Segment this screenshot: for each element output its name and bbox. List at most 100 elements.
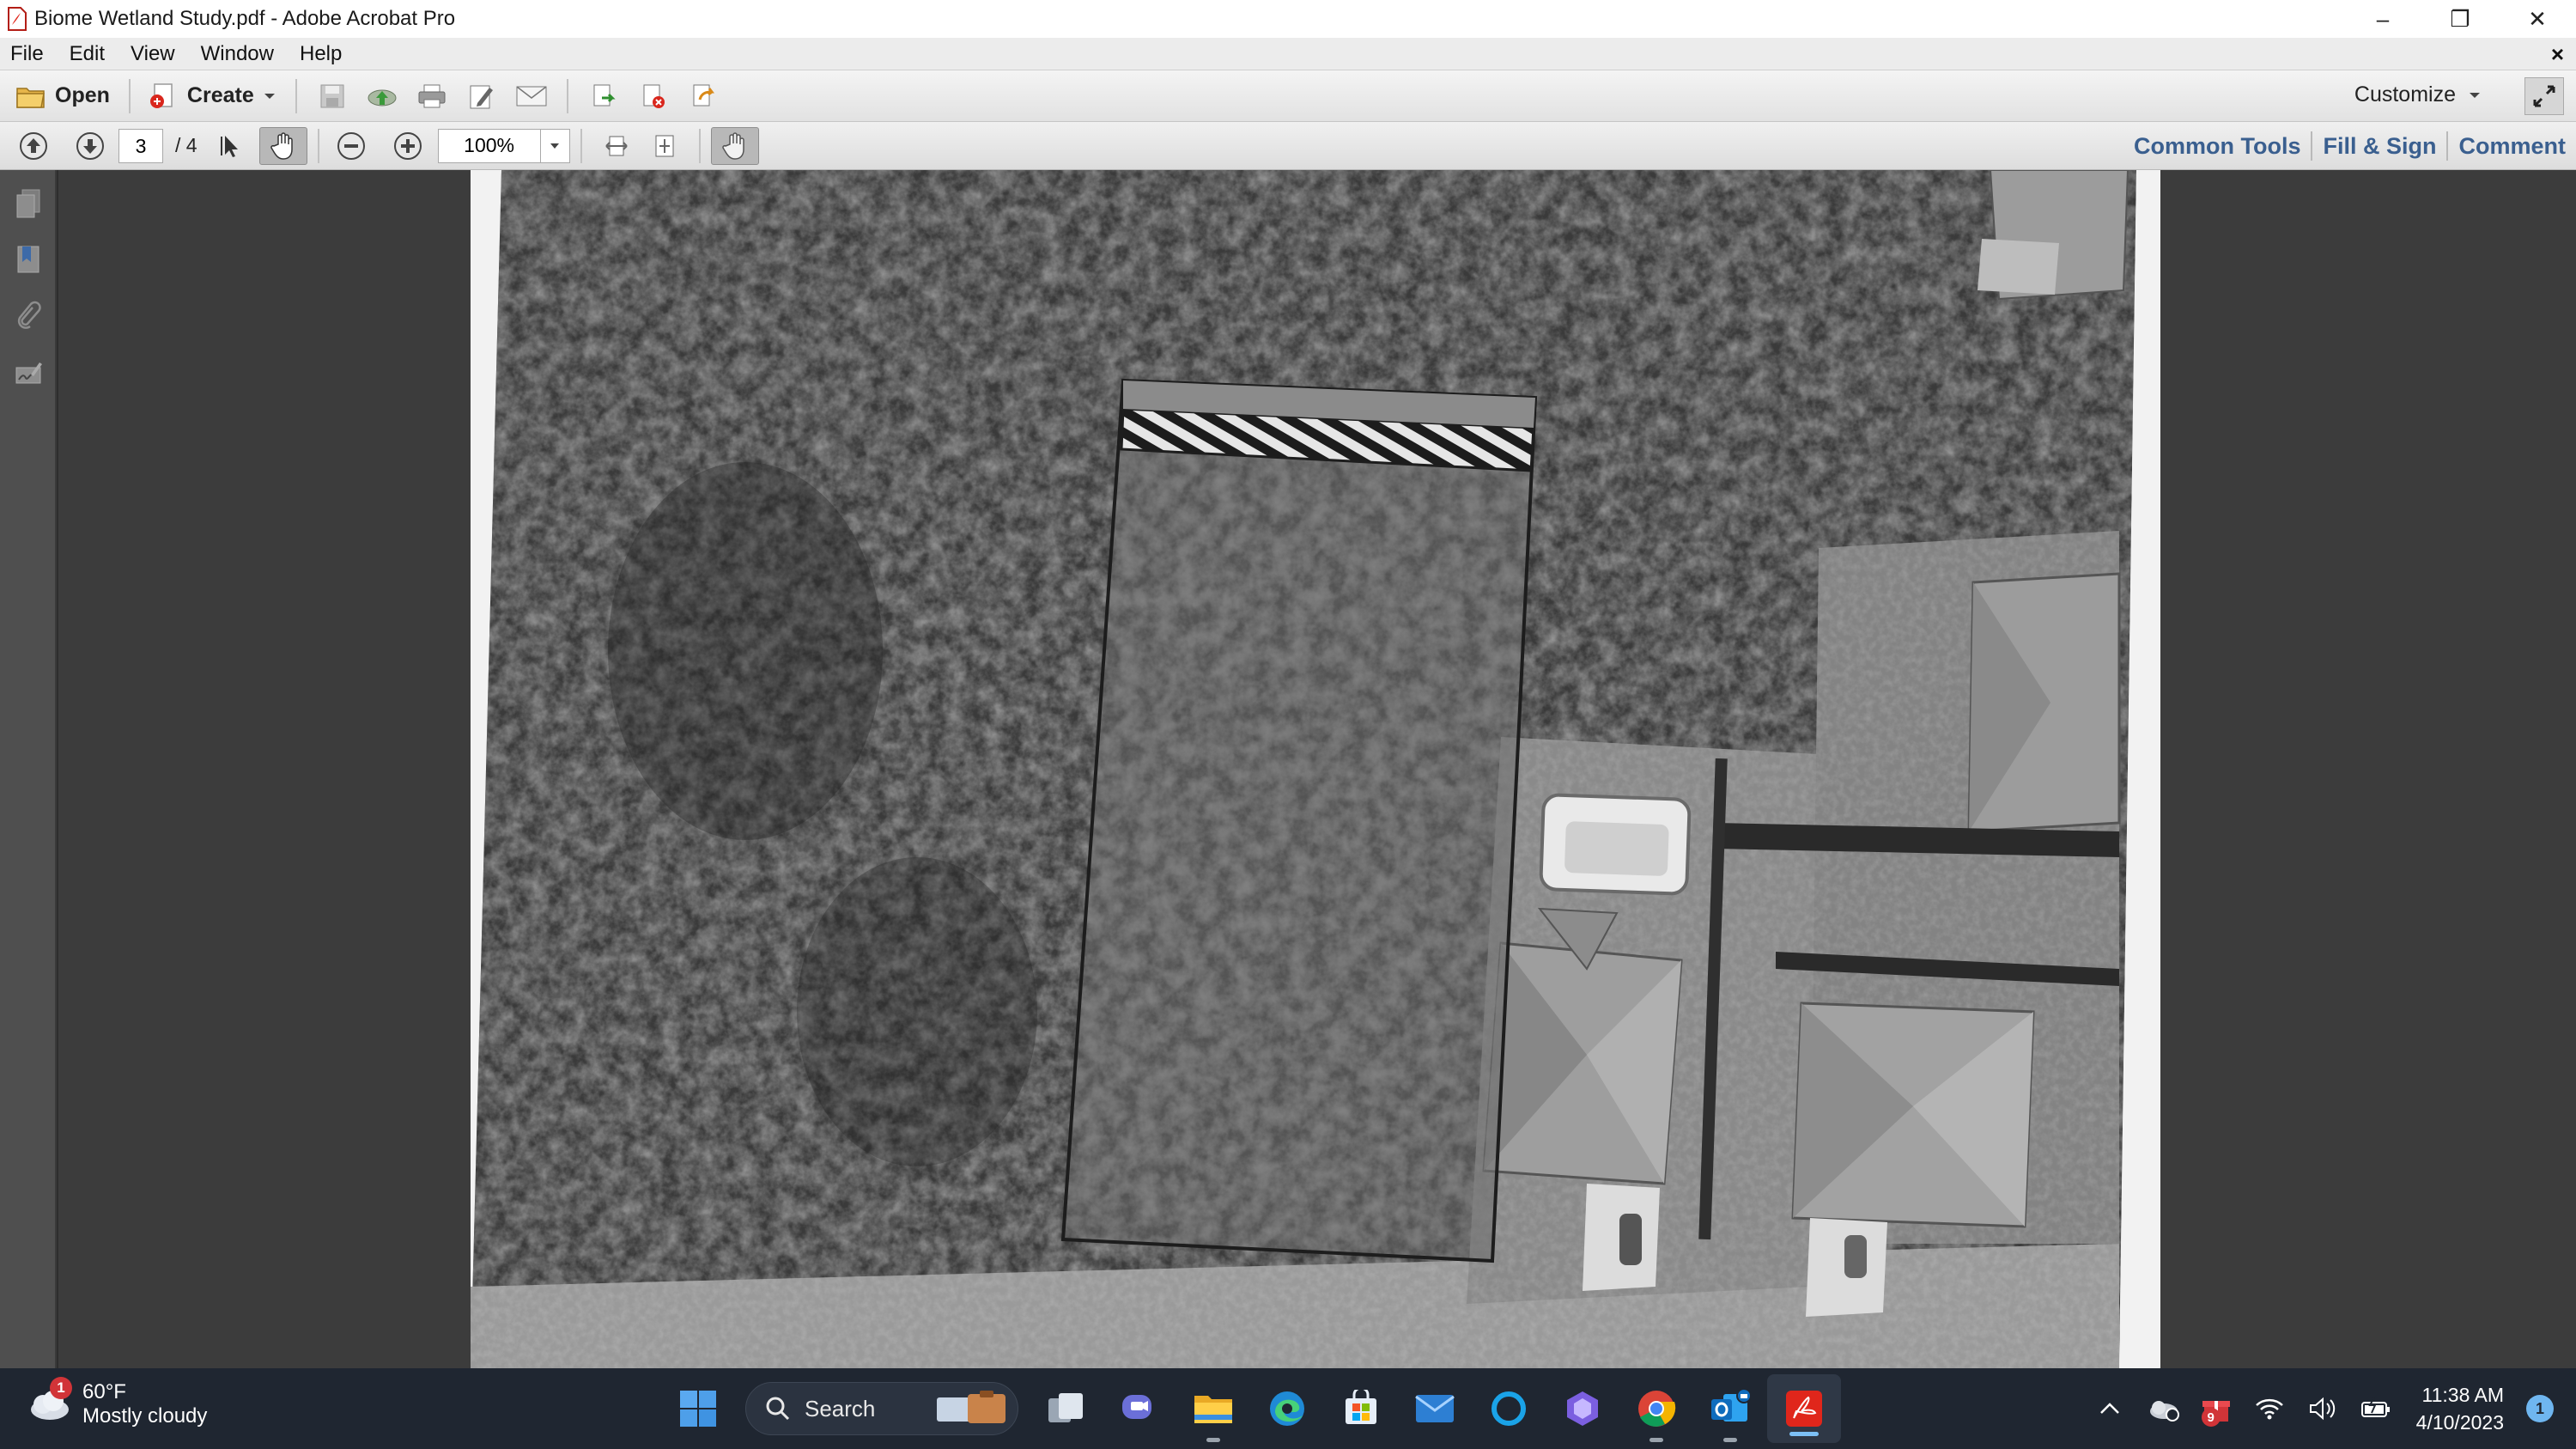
- edit-icon: [470, 85, 493, 108]
- battery-button[interactable]: [2349, 1368, 2403, 1449]
- expand-icon: [2533, 85, 2555, 107]
- page-total: / 4: [175, 134, 197, 156]
- fit-width-button[interactable]: [592, 126, 641, 166]
- create-button[interactable]: Create: [141, 76, 285, 116]
- folder-icon: [16, 87, 45, 108]
- cloud-sync-icon: [2149, 1401, 2179, 1422]
- menu-edit[interactable]: Edit: [70, 42, 105, 66]
- customize-button[interactable]: Customize: [2354, 82, 2482, 107]
- export-button[interactable]: [579, 76, 629, 116]
- app-tray-button[interactable]: 9: [2190, 1368, 2243, 1449]
- temperature: 60°F: [82, 1380, 126, 1403]
- select-tool-button[interactable]: [210, 126, 252, 166]
- attachment-icon[interactable]: [14, 301, 43, 333]
- window-title: Biome Wetland Study.pdf - Adobe Acrobat …: [34, 7, 456, 30]
- zoom-in-button[interactable]: [386, 126, 429, 166]
- taskbar-clock[interactable]: 11:38 AM 4/10/2023: [2416, 1381, 2504, 1436]
- common-tools-link[interactable]: Common Tools: [2123, 133, 2311, 160]
- menu-view[interactable]: View: [131, 42, 175, 66]
- navigation-pane: [0, 170, 57, 1368]
- chat-icon: [1122, 1395, 1151, 1419]
- chrome-button[interactable]: [1619, 1368, 1693, 1449]
- bookmark-icon[interactable]: [14, 244, 43, 277]
- fill-sign-link[interactable]: Fill & Sign: [2312, 133, 2446, 160]
- taskbar-search[interactable]: Search: [745, 1382, 1018, 1435]
- close-document-button[interactable]: ×: [2551, 41, 2564, 68]
- read-mode-button[interactable]: [710, 126, 759, 165]
- save-button[interactable]: [307, 76, 357, 116]
- mail-icon: [1415, 1395, 1455, 1422]
- document-viewer[interactable]: [58, 170, 2576, 1368]
- signature-icon[interactable]: [14, 357, 43, 390]
- mail-button[interactable]: [1398, 1368, 1472, 1449]
- menu-file[interactable]: File: [10, 42, 44, 66]
- wifi-button[interactable]: [2243, 1368, 2296, 1449]
- pages-icon[interactable]: [14, 187, 43, 220]
- edit-button[interactable]: [457, 76, 507, 116]
- fullscreen-button[interactable]: [2524, 77, 2564, 115]
- speaker-icon: [2309, 1397, 2335, 1421]
- minimize-button[interactable]: –: [2344, 0, 2421, 38]
- share-button[interactable]: [678, 76, 728, 116]
- close-button[interactable]: ✕: [2499, 0, 2576, 38]
- email-button[interactable]: [507, 76, 556, 116]
- delete-page-button[interactable]: [629, 76, 678, 116]
- microsoft-store-button[interactable]: [1324, 1368, 1398, 1449]
- acrobat-icon: [1786, 1391, 1822, 1427]
- search-label: Search: [805, 1395, 876, 1422]
- acrobat-app-icon: [8, 7, 27, 31]
- running-indicator: [1649, 1438, 1663, 1442]
- cloud-upload-icon: [368, 89, 397, 106]
- page-number-input[interactable]: 3: [118, 128, 163, 163]
- navigation-toolbar: 3 / 4 100% Common Tools Fill & Sign Comm…: [0, 122, 2576, 170]
- show-hidden-icons-button[interactable]: [2083, 1368, 2136, 1449]
- file-explorer-button[interactable]: [1176, 1368, 1250, 1449]
- acrobat-window: Biome Wetland Study.pdf - Adobe Acrobat …: [0, 0, 2576, 1449]
- taskbar-apps: Search: [661, 1368, 1841, 1449]
- fit-width-icon: [605, 136, 628, 155]
- edge-icon: [1270, 1391, 1304, 1426]
- restore-button[interactable]: ❐: [2421, 0, 2499, 38]
- toolbar-separator: [295, 78, 297, 113]
- print-icon: [418, 84, 446, 107]
- copilot-button[interactable]: [1546, 1368, 1619, 1449]
- pdf-page: [471, 170, 2160, 1368]
- teams-chat-button[interactable]: [1103, 1368, 1176, 1449]
- open-label: Open: [55, 83, 110, 107]
- running-indicator: [1206, 1438, 1220, 1442]
- cortana-button[interactable]: [1472, 1368, 1546, 1449]
- next-page-button[interactable]: [69, 126, 112, 166]
- zoom-out-button[interactable]: [330, 126, 373, 166]
- previous-page-button[interactable]: [12, 126, 55, 166]
- edge-button[interactable]: [1250, 1368, 1324, 1449]
- battery-icon: [2360, 1397, 2390, 1417]
- comment-link[interactable]: Comment: [2448, 133, 2576, 160]
- aerial-wetland-photo: [471, 170, 2160, 1368]
- create-pdf-icon: [149, 82, 173, 108]
- task-view-button[interactable]: [1029, 1368, 1103, 1449]
- hand-icon: [270, 131, 293, 160]
- toolbar-separator: [566, 78, 568, 113]
- zoom-level-input[interactable]: 100%: [437, 128, 541, 163]
- acrobat-taskbar-button[interactable]: [1767, 1374, 1841, 1443]
- menu-help[interactable]: Help: [300, 42, 342, 66]
- zoom-dropdown-button[interactable]: [540, 128, 570, 163]
- windows-start-icon: [680, 1391, 716, 1427]
- toolbar-separator: [698, 128, 701, 163]
- fit-page-button[interactable]: [641, 126, 689, 166]
- notification-count-badge[interactable]: 1: [2526, 1395, 2554, 1422]
- weather-widget[interactable]: 1 60°F Mostly cloudy: [26, 1377, 207, 1428]
- weather-text: 60°F Mostly cloudy: [82, 1380, 207, 1428]
- create-label: Create: [186, 83, 254, 107]
- menu-window[interactable]: Window: [201, 42, 274, 66]
- volume-button[interactable]: [2296, 1368, 2349, 1449]
- hand-tool-button[interactable]: [258, 126, 307, 165]
- open-button[interactable]: Open: [7, 76, 118, 116]
- start-button[interactable]: [661, 1368, 735, 1449]
- minus-circle-icon: [337, 131, 365, 160]
- outlook-button[interactable]: [1693, 1368, 1767, 1449]
- cloud-upload-button[interactable]: [357, 76, 407, 116]
- onedrive-tray-button[interactable]: [2136, 1368, 2190, 1449]
- print-button[interactable]: [407, 76, 457, 116]
- clock-time: 11:38 AM: [2421, 1384, 2504, 1406]
